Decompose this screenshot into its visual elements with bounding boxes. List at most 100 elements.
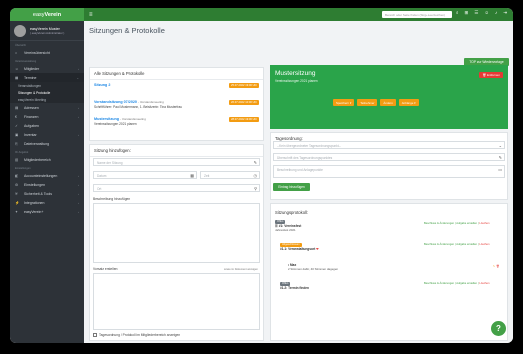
- sidebar-item-member-area[interactable]: ▥ Mitgliederbereich: [10, 155, 84, 164]
- sidebar-item-finance[interactable]: € Finanzen ‹: [10, 112, 84, 121]
- finance-icon: €: [15, 114, 17, 119]
- plug-icon: ⚡: [15, 200, 20, 205]
- shield-icon: ⛨: [15, 191, 18, 196]
- chevron-left-icon: ‹: [78, 132, 79, 137]
- sidebar-sub-meeting-app[interactable]: easyVerein Meeting: [10, 96, 84, 103]
- calendar-icon: ▦: [190, 173, 194, 178]
- menu-icon[interactable]: ≡: [89, 12, 93, 18]
- sidebar-item-members[interactable]: ☺ Mitglieder ‹: [10, 64, 84, 73]
- address-icon: ▤: [15, 105, 19, 110]
- sidebar-item-dashboard[interactable]: ⌂ Vereinsübersicht: [10, 48, 84, 57]
- meeting-name-input[interactable]: Name der Sitzung ✎: [93, 158, 260, 166]
- all-meetings-card: Alle Sitzungen & Protokolle Sitzung 2 25…: [89, 67, 264, 141]
- dashboard-icon: ⌂: [15, 50, 18, 55]
- meeting-actions: Speichern ▾ Teilnehmer Ändern Anhänge ▾: [333, 99, 419, 106]
- sidebar-item-security[interactable]: ⛨ Sicherheit & Tools ‹: [10, 189, 84, 198]
- description-textarea[interactable]: [93, 203, 260, 263]
- sidebar-item-addresses[interactable]: ▤ Adressen ‹: [10, 103, 84, 112]
- meeting-item[interactable]: Mustersitzung - Vorstandsmeeting Vereins…: [90, 114, 263, 131]
- agenda-title-input[interactable]: Überschrift des Tagesordnungspunktes ✎: [273, 153, 505, 161]
- chevron-down-icon: ⌄: [76, 75, 79, 80]
- app-window: easy Verein ≡ Bereich oder Seite finden (…: [10, 8, 513, 343]
- vote-actions[interactable]: ✎ 🗑: [493, 264, 499, 268]
- sidebar-item-inventory[interactable]: ▣ Inventar ‹: [10, 130, 84, 139]
- trash-icon[interactable]: 🗑: [496, 265, 499, 268]
- pencil-icon: ✎: [253, 160, 257, 165]
- chevron-left-icon: ‹: [78, 173, 79, 178]
- user-profile[interactable]: easyVerein Muster ( easyVerein Administr…: [10, 21, 84, 41]
- show-in-member-area[interactable]: Tagesordnung / Protokoll im Mitgliederbe…: [93, 333, 180, 337]
- brand-logo[interactable]: easy Verein: [10, 8, 84, 21]
- meeting-item[interactable]: Sitzung 2 25.07.2022 19:00 Uhr: [90, 80, 263, 97]
- protocol-actions[interactable]: Beschluss & Änderungen | Aufgabe erstell…: [424, 282, 490, 285]
- sidebar-sub-meetings[interactable]: Sitzungen & Protokolle: [10, 89, 84, 96]
- delete-button[interactable]: 🗑 Entfernen: [479, 72, 503, 78]
- help-button[interactable]: ?: [491, 321, 506, 336]
- date-badge: 28.07.2022 19:00 Uhr: [229, 117, 259, 122]
- edit-button[interactable]: Ändern: [380, 99, 396, 106]
- chevron-left-icon: ‹: [78, 200, 79, 205]
- sidebar-item-dates[interactable]: ▦ Termine ⌄: [10, 73, 84, 82]
- meeting-title: Mustersitzung: [275, 70, 316, 77]
- inventory-icon: ▣: [15, 132, 19, 137]
- checkbox[interactable]: [93, 333, 97, 337]
- meeting-place-input[interactable]: Ort ⚲: [93, 184, 260, 192]
- attachments-button[interactable]: Anhänge ▾: [398, 99, 419, 106]
- sidebar-item-plus[interactable]: ✦ easyVerein+ ‹: [10, 207, 84, 216]
- protocol-item[interactable]: Abgeschlossen #1.1: Veranstaltungsort ❤: [280, 242, 319, 251]
- sitemap-icon[interactable]: ☰: [474, 10, 478, 16]
- location-icon: ⚲: [254, 186, 257, 191]
- file-icon: ⎘: [15, 141, 18, 146]
- heart-icon: ❤: [316, 246, 319, 251]
- pencil-icon[interactable]: ✎: [493, 265, 495, 268]
- grid-icon[interactable]: ⊞: [465, 10, 469, 16]
- date-badge: 26.07.2022 10:00 Uhr: [229, 100, 259, 105]
- sidebar-item-account[interactable]: ◧ Accounteinstellungen ‹: [10, 171, 84, 180]
- gear-icon: ⚙: [15, 182, 19, 187]
- pencil-icon: ✎: [498, 155, 502, 160]
- sidebar-item-settings[interactable]: ⚙ Einstellungen ‹: [10, 180, 84, 189]
- chevron-left-icon: ‹: [78, 66, 79, 71]
- protocol-actions[interactable]: Beschluss & Änderungen | Aufgabe erstell…: [424, 222, 490, 225]
- document-label: Vorsatz erstellen:: [93, 267, 119, 271]
- meeting-item[interactable]: Vorstandsitzung 07/2020 - Vorstandsmeeti…: [90, 97, 263, 114]
- description-label: Beschreibung hinzufügen: [93, 197, 131, 201]
- parent-agenda-select[interactable]: --Kein übergeordneter Tagesordnungspunkt…: [273, 141, 505, 149]
- protocol-item[interactable]: Offen ☰ #1: Vereinsfest Jahresfest 2021: [275, 219, 301, 232]
- sidebar: easyVerein Muster ( easyVerein Administr…: [10, 21, 84, 343]
- meeting-date-input[interactable]: Datum ▦: [93, 171, 197, 179]
- comment-icon: ▭: [498, 167, 502, 172]
- date-badge: 25.07.2022 19:00 Uhr: [229, 83, 259, 88]
- global-search-input[interactable]: Bereich oder Seite finden (Strg+Leerzeic…: [382, 11, 452, 18]
- clock-icon: ◷: [253, 173, 258, 178]
- star-icon: ✦: [15, 209, 18, 214]
- document-hint: sowie im Dokument anzeigen: [224, 268, 258, 271]
- chevron-left-icon: ‹: [78, 114, 79, 119]
- document-textarea[interactable]: [93, 273, 260, 330]
- top-icons: ⌕ ⊞ ☰ ☺ ♪ ⇥: [456, 10, 507, 16]
- chevron-left-icon: ‹: [78, 191, 79, 196]
- logout-icon[interactable]: ⇥: [503, 10, 507, 16]
- participants-button[interactable]: Teilnehmer: [357, 99, 378, 106]
- chevron-left-icon: ‹: [78, 105, 79, 110]
- protocol-item[interactable]: Offen #1.2: Termin finden: [280, 281, 309, 290]
- users-icon[interactable]: ☺: [484, 10, 489, 16]
- avatar: [14, 24, 26, 37]
- protocol-actions[interactable]: Beschluss & Änderungen | Aufgabe erstell…: [424, 243, 490, 246]
- search-icon[interactable]: ⌕: [456, 10, 459, 16]
- add-agenda-button[interactable]: Eintrag hinzufügen: [273, 183, 310, 191]
- sidebar-item-files[interactable]: ⎘ Dateiverwaltung: [10, 139, 84, 148]
- meeting-detail-header: Mustersitzung Vereinssitzungen 2021 plan…: [270, 65, 508, 129]
- page-title: Sitzungen & Protokolle: [89, 26, 165, 35]
- meeting-time-input[interactable]: Zeit ◷: [200, 171, 260, 179]
- vote-item: • Max 2 Stimmen dafür, 40 Stimmen dagege…: [288, 263, 339, 271]
- sidebar-item-tasks[interactable]: ✓ Aufgaben: [10, 121, 84, 130]
- agenda-description-input[interactable]: Beschreibung und Anlagepunkte ▭: [273, 165, 505, 178]
- protocol-header: Sitzungsprotokoll:: [275, 210, 309, 215]
- save-button[interactable]: Speichern ▾: [333, 99, 355, 106]
- tasks-icon: ✓: [15, 123, 18, 128]
- sidebar-item-integrations[interactable]: ⚡ Integrationen ‹: [10, 198, 84, 207]
- bell-icon[interactable]: ♪: [495, 10, 497, 16]
- member-area-icon: ▥: [15, 157, 19, 162]
- sidebar-sub-events[interactable]: Veranstaltungen: [10, 82, 84, 89]
